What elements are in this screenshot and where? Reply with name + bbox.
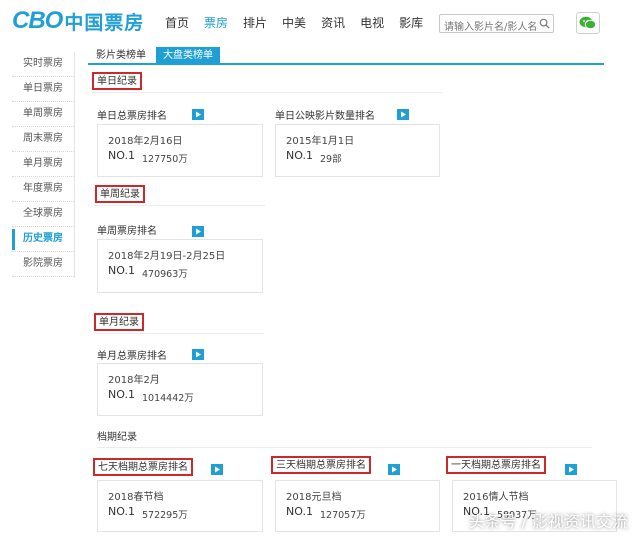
section-title-schedule: 档期纪录	[97, 432, 137, 443]
wechat-button[interactable]	[576, 12, 600, 34]
card-date: 2018春节档	[108, 492, 164, 503]
card-rank: NO.1	[108, 264, 135, 277]
section-title-weekly: 单周纪录	[95, 185, 145, 203]
divider	[97, 447, 592, 448]
card-label: 三天档期总票房排名	[271, 456, 371, 474]
play-icon[interactable]	[397, 109, 409, 120]
card-value: 572295万	[142, 510, 188, 521]
card-rank: NO.1	[108, 388, 135, 401]
play-icon[interactable]	[211, 464, 223, 475]
card-rank: NO.1	[286, 505, 313, 518]
divider	[92, 92, 442, 93]
section-title-monthly: 单月纪录	[94, 313, 144, 331]
play-icon[interactable]	[192, 109, 204, 120]
sidebar-item-realtime[interactable]: 实时票房	[12, 52, 74, 77]
tab-film-rankings[interactable]: 影片类榜单	[88, 47, 154, 65]
card-label: 七天档期总票房排名	[93, 458, 193, 476]
section-title-daily: 单日纪录	[92, 72, 142, 90]
card-date: 2018年2月16日	[108, 136, 183, 147]
card-label: 单日总票房排名	[97, 111, 167, 122]
play-icon[interactable]	[565, 464, 577, 475]
card-value: 470963万	[142, 269, 188, 280]
sidebar-item-daily[interactable]: 单日票房	[12, 77, 74, 102]
tab-market-rankings[interactable]: 大盘类榜单	[156, 47, 220, 65]
logo-latin: CBO	[12, 7, 63, 34]
divider	[95, 205, 265, 206]
card-date: 2015年1月1日	[286, 136, 355, 147]
nav-news[interactable]: 资讯	[321, 14, 345, 32]
card-date: 2016情人节档	[463, 492, 529, 503]
card-label: 单月总票房排名	[97, 351, 167, 362]
main-nav: 首页 票房 排片 中美 资讯 电视 影库	[165, 14, 438, 32]
nav-film-library[interactable]: 影库	[399, 14, 423, 32]
sidebar-item-monthly[interactable]: 单月票房	[12, 152, 74, 177]
card-date: 2018元旦档	[286, 492, 342, 503]
sidebar-item-weekly[interactable]: 单周票房	[12, 102, 74, 127]
card-value: 127750万	[142, 154, 188, 165]
sidebar: 实时票房 单日票房 单周票房 周末票房 单月票房 年度票房 全球票房 历史票房 …	[12, 52, 75, 278]
site-logo[interactable]: CBO 中国票房	[12, 7, 145, 34]
search-icon[interactable]	[539, 18, 550, 29]
card-value: 127057万	[320, 510, 366, 521]
search-box	[439, 14, 554, 36]
card-label: 单日公映影片数量排名	[275, 111, 375, 122]
play-icon[interactable]	[388, 464, 400, 475]
record-card: 2018年2月19日-2月25日 NO.1 470963万	[97, 239, 263, 293]
card-value: 1014442万	[142, 393, 194, 404]
wechat-icon	[579, 16, 597, 30]
sidebar-item-cinema[interactable]: 影院票房	[12, 252, 74, 277]
sidebar-item-weekend[interactable]: 周末票房	[12, 127, 74, 152]
nav-tv[interactable]: 电视	[360, 14, 384, 32]
watermark: 头条号 / 影视资讯交流	[468, 512, 628, 531]
divider	[94, 333, 264, 334]
play-icon[interactable]	[192, 226, 204, 237]
record-card: 2018年2月 NO.1 1014442万	[97, 363, 263, 416]
card-rank: NO.1	[286, 149, 313, 162]
nav-home[interactable]: 首页	[165, 14, 189, 32]
card-value: 29部	[320, 154, 342, 165]
logo-chinese: 中国票房	[64, 11, 145, 34]
card-date: 2018年2月	[108, 375, 160, 386]
search-input[interactable]	[440, 19, 538, 36]
nav-china-us[interactable]: 中美	[282, 14, 306, 32]
nav-schedule[interactable]: 排片	[243, 14, 267, 32]
card-rank: NO.1	[108, 149, 135, 162]
card-label: 单周票房排名	[97, 226, 157, 237]
play-icon[interactable]	[192, 349, 204, 360]
sidebar-item-yearly[interactable]: 年度票房	[12, 177, 74, 202]
record-card: 2015年1月1日 NO.1 29部	[275, 124, 440, 177]
sidebar-item-global[interactable]: 全球票房	[12, 202, 74, 227]
record-card: 2018元旦档 NO.1 127057万	[275, 480, 440, 532]
card-rank: NO.1	[108, 505, 135, 518]
card-label: 一天档期总票房排名	[446, 456, 546, 474]
record-card: 2018春节档 NO.1 572295万	[97, 480, 263, 532]
record-card: 2018年2月16日 NO.1 127750万	[97, 124, 263, 177]
sidebar-item-history[interactable]: 历史票房	[12, 227, 74, 252]
card-date: 2018年2月19日-2月25日	[108, 251, 226, 262]
nav-boxoffice[interactable]: 票房	[204, 14, 228, 32]
site-header: CBO 中国票房 首页 票房 排片 中美 资讯 电视 影库	[0, 0, 640, 44]
ranking-tabs: 影片类榜单 大盘类榜单	[88, 47, 604, 65]
